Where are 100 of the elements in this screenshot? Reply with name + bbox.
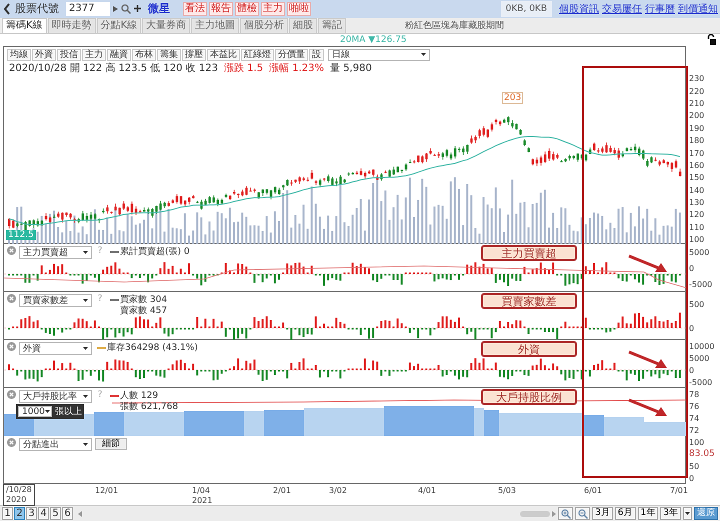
toolbar-button[interactable]: 外資 [32, 48, 56, 61]
range-button[interactable]: 3年 [660, 507, 681, 520]
axis-label: 5/03 [498, 486, 516, 496]
toolbar-button[interactable]: 融資 [107, 48, 131, 61]
axis-label: 5000 [689, 248, 710, 257]
link[interactable]: 到價通知 [678, 2, 718, 16]
axis-label: 2/01 [273, 486, 291, 496]
page-button[interactable]: 3 [26, 507, 37, 520]
action-button[interactable]: 看法 [183, 2, 207, 16]
period-dropdown[interactable]: 日線 [328, 48, 430, 61]
axis-label: 72 [689, 426, 700, 435]
tab[interactable]: 分點K線 [96, 18, 142, 33]
toolbar-button[interactable]: 均線 [7, 48, 31, 61]
legend-text: 買家數 304 [120, 294, 168, 306]
indicator-dropdown[interactable]: 分點進出 [19, 438, 92, 452]
page-button[interactable]: 1 [2, 507, 13, 520]
axis-label: 190 [689, 124, 706, 133]
axis-label: 10000 [689, 342, 716, 351]
legend-text: 累計買賣超(張) 0 [120, 246, 190, 258]
range-button[interactable]: 1年 [638, 507, 658, 520]
quote-text: 漲跌 1.5 [224, 62, 264, 75]
action-button[interactable]: 主力 [261, 2, 285, 16]
tab[interactable]: 細股 [289, 18, 318, 33]
axis-label: 230 [689, 74, 706, 84]
axis-label: 140 [689, 186, 706, 195]
axis-label: 200 [689, 111, 706, 120]
toolbar-button[interactable]: 撐壓 [182, 48, 206, 61]
toolbar-button[interactable]: 布林 [132, 48, 156, 61]
axis-label: 120 [689, 210, 706, 220]
axis-label: 100 [689, 235, 706, 244]
toolbar-button[interactable]: 籌集 [157, 48, 181, 61]
axis-label: 4/01 [418, 486, 436, 496]
axis-label: 3/02 [329, 486, 347, 496]
toolbar-button[interactable]: 投信 [57, 48, 81, 61]
link[interactable]: 個股資訊 [559, 2, 599, 16]
action-button[interactable]: 體檢 [235, 2, 259, 16]
toolbar-button[interactable]: 設 [309, 48, 324, 61]
axis-label: -5000 [689, 378, 714, 387]
page-button[interactable]: 6 [62, 507, 73, 520]
annotation-label: 大戶持股比例 [481, 389, 577, 406]
annotation-label: 外資 [481, 341, 577, 358]
threshold-dropdown[interactable]: 1000 [18, 406, 52, 418]
ma-legend: 20MA ▼126.75 [340, 34, 707, 45]
toolbar-button[interactable]: 主力 [82, 48, 106, 61]
axis-label: -5000 [689, 280, 714, 289]
threshold-unit: 張以上 [55, 406, 82, 418]
notice-text: 粉紅色區塊為庫藏股期間 [405, 20, 504, 32]
axis-label: 50 [689, 462, 700, 472]
axis-label: 1/04 [192, 486, 211, 496]
axis-label: 7/01 [670, 486, 688, 496]
axis-label: 0 [689, 324, 696, 333]
price-label: 112.5 [6, 230, 36, 240]
range-button[interactable]: 3月 [592, 507, 613, 520]
quote-text: 漲幅 1.23% [269, 62, 324, 75]
axis-label: 500 [689, 300, 706, 309]
axis-label: 150 [689, 173, 706, 182]
axis-label: 6/01 [584, 486, 602, 496]
axis-label: 170 [689, 148, 706, 158]
quote-text: 量 5,980 [330, 62, 372, 75]
date-tooltip: /10/28 2020 [3, 484, 35, 506]
tab[interactable]: 大量券商 [142, 18, 190, 33]
value-label: 83.05 [689, 449, 716, 460]
toolbar-button[interactable]: 紅綠燈 [241, 48, 274, 61]
axis-label: 130 [689, 198, 706, 208]
traffic-indicator: 0KB, 0KB [500, 0, 552, 17]
axis-label: 78 [689, 390, 700, 399]
link[interactable]: 交易屢任 [602, 2, 642, 16]
tab[interactable]: 主力地圖 [191, 18, 240, 33]
action-button[interactable]: 報告 [209, 2, 233, 16]
axis-label: 160 [689, 160, 706, 170]
axis-label: 12/01 [95, 486, 118, 496]
link[interactable]: 行事曆 [645, 2, 675, 16]
range-button[interactable]: 6月 [614, 507, 636, 520]
indicator-dropdown[interactable]: 大戶持股比率 [19, 390, 92, 404]
action-button[interactable]: 啪啦 [287, 2, 311, 16]
toolbar-button[interactable]: 分價量 [275, 48, 308, 61]
axis-label: 220 [689, 86, 706, 96]
tab[interactable]: 籌碼K線 [2, 18, 47, 33]
annotation-label: 買賣家數差 [481, 293, 577, 310]
indicator-dropdown[interactable]: 買賣家數差 [19, 294, 92, 308]
stock-name[interactable]: 微星 [148, 1, 170, 16]
axis-label: 100 [689, 438, 706, 447]
axis-label: 5000 [689, 354, 710, 363]
page-button[interactable]: 5 [50, 507, 61, 520]
indicator-dropdown[interactable]: 外資 [19, 342, 92, 356]
detail-button[interactable]: 細節 [95, 438, 127, 450]
axis-label: 76 [689, 402, 700, 411]
axis-label: 180 [689, 136, 706, 146]
indicator-dropdown[interactable]: 主力買賣超 [19, 246, 92, 260]
annotation-label: 主力買賣超 [481, 245, 577, 262]
axis-label: 0 [689, 366, 696, 375]
stock-code-field[interactable]: 2377 [66, 2, 110, 16]
page-button[interactable]: 2 [14, 507, 25, 520]
tab[interactable]: 個股分析 [240, 18, 288, 33]
page-button[interactable]: 4 [38, 507, 49, 520]
tab[interactable]: 籌記 [318, 18, 346, 33]
tab[interactable]: 即時走勢 [48, 18, 96, 33]
toolbar-button[interactable]: 本益比 [207, 48, 240, 61]
axis-label: 0 [689, 264, 696, 273]
year-label: 2021 [192, 496, 212, 506]
